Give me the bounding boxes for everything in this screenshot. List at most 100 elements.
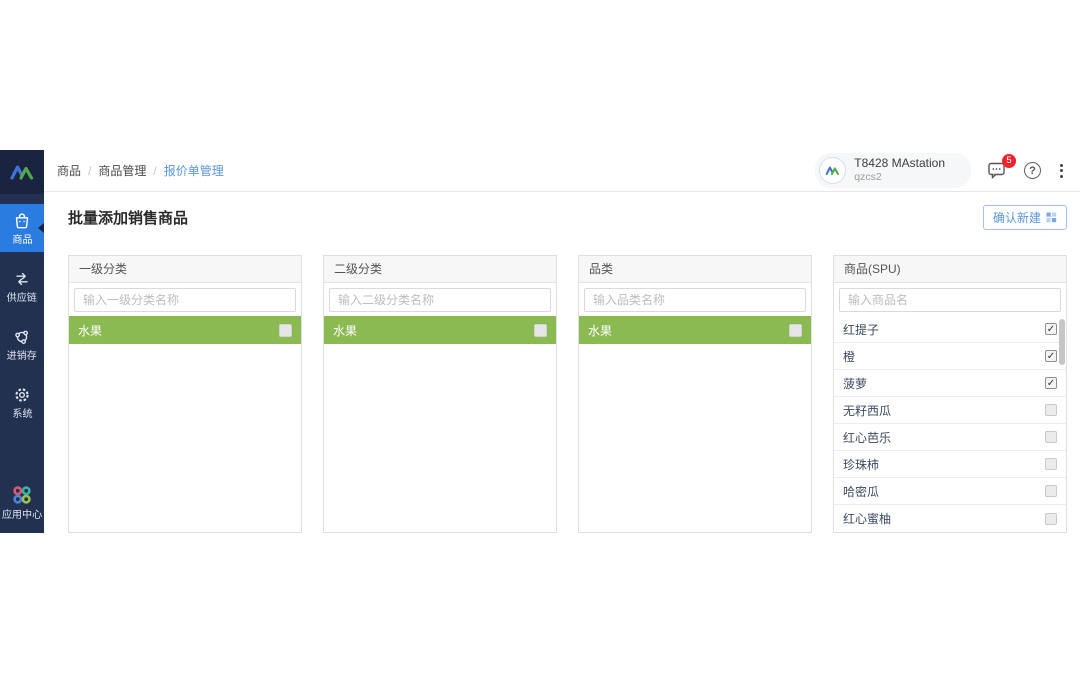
- item-checkbox[interactable]: [1045, 404, 1057, 416]
- brand-logo[interactable]: [0, 150, 44, 194]
- list-item[interactable]: 菠萝 ✓: [834, 370, 1066, 397]
- item-checkbox[interactable]: [1045, 513, 1057, 525]
- gear-icon: [12, 385, 32, 405]
- breadcrumb-separator: /: [88, 164, 91, 178]
- sidebar-item-label: 进销存: [7, 350, 37, 362]
- list-item[interactable]: 珍珠柿: [834, 451, 1066, 478]
- topbar: 商品 / 商品管理 / 报价单管理: [44, 150, 1080, 192]
- item-label: 红心芭乐: [843, 429, 891, 446]
- panel: 商品(SPU) 红提子✓橙✓菠萝✓无籽西瓜红心芭乐珍珠柿哈密瓜红心蜜柚: [833, 255, 1067, 533]
- breadcrumb-item[interactable]: 商品: [57, 162, 81, 179]
- list-scrollbar[interactable]: [1059, 319, 1065, 365]
- search-input[interactable]: [584, 288, 806, 312]
- panel-title: 商品(SPU): [834, 256, 1066, 283]
- list-item[interactable]: 水果: [579, 316, 811, 344]
- sidebar-item-label: 应用中心: [2, 509, 42, 521]
- inventory-icon: [12, 327, 32, 347]
- breadcrumb-item[interactable]: 商品管理: [98, 162, 146, 179]
- panel-list: 水果: [324, 316, 556, 344]
- main-area: 商品 / 商品管理 / 报价单管理: [44, 150, 1080, 533]
- sidebar-item-label: 系统: [12, 408, 32, 420]
- search-input[interactable]: [74, 288, 296, 312]
- sidebar-item-label: 供应链: [7, 292, 37, 304]
- content: 批量添加销售商品 确认新建 一级分类 水果: [44, 192, 1080, 533]
- list-item[interactable]: 水果: [69, 316, 301, 344]
- messages-button[interactable]: 5: [987, 161, 1008, 180]
- panel-title: 一级分类: [69, 256, 301, 283]
- item-checkbox[interactable]: ✓: [1045, 350, 1057, 362]
- title-row: 批量添加销售商品 确认新建: [68, 205, 1067, 230]
- sidebar-item-inventory[interactable]: 进销存: [0, 320, 44, 368]
- page-title: 批量添加销售商品: [68, 207, 188, 228]
- user-subtitle: qzcs2: [854, 171, 945, 184]
- grid-icon: [1046, 212, 1057, 223]
- panel: 一级分类 水果: [68, 255, 302, 533]
- item-checkbox[interactable]: ✓: [1045, 377, 1057, 389]
- more-menu-button[interactable]: [1057, 162, 1066, 180]
- sidebar-spacer: [0, 426, 44, 477]
- item-label: 珍珠柿: [843, 456, 879, 473]
- item-label: 菠萝: [843, 375, 867, 392]
- item-checkbox[interactable]: ✓: [1045, 323, 1057, 335]
- kebab-menu-icon: [1057, 162, 1066, 180]
- notification-badge: 5: [1002, 154, 1016, 168]
- item-label: 哈密瓜: [843, 483, 879, 500]
- topbar-right: T8428 MAstation qzcs2 5: [815, 153, 1066, 187]
- item-label: 红提子: [843, 321, 879, 338]
- list-item[interactable]: 无籽西瓜: [834, 397, 1066, 424]
- panel-list: 水果: [579, 316, 811, 344]
- panel-search: [324, 283, 556, 316]
- help-icon: ?: [1024, 162, 1041, 179]
- item-checkbox[interactable]: [1045, 485, 1057, 497]
- confirm-create-button[interactable]: 确认新建: [983, 205, 1067, 230]
- panel: 二级分类 水果: [323, 255, 557, 533]
- item-checkbox[interactable]: [1045, 458, 1057, 470]
- app-window: 商品 供应链: [0, 150, 1080, 533]
- sidebar-item-system[interactable]: 系统: [0, 378, 44, 426]
- search-input[interactable]: [839, 288, 1061, 312]
- list-item[interactable]: 红心芭乐: [834, 424, 1066, 451]
- item-checkbox[interactable]: [1045, 431, 1057, 443]
- breadcrumb-item-current[interactable]: 报价单管理: [164, 162, 224, 179]
- item-label: 红心蜜柚: [843, 510, 891, 527]
- panel: 品类 水果: [578, 255, 812, 533]
- user-menu[interactable]: T8428 MAstation qzcs2: [815, 153, 971, 187]
- item-checkbox[interactable]: [789, 324, 802, 337]
- help-button[interactable]: ?: [1024, 162, 1041, 179]
- search-input[interactable]: [329, 288, 551, 312]
- panel-title: 品类: [579, 256, 811, 283]
- user-name: T8428 MAstation: [854, 156, 945, 171]
- user-meta: T8428 MAstation qzcs2: [854, 156, 945, 184]
- confirm-create-label: 确认新建: [993, 209, 1041, 226]
- bag-icon: [12, 211, 32, 231]
- item-label: 橙: [843, 348, 855, 365]
- item-label: 水果: [333, 322, 357, 339]
- item-label: 水果: [78, 322, 102, 339]
- item-label: 水果: [588, 322, 612, 339]
- sidebar-item-app-center[interactable]: 应用中心: [0, 477, 44, 527]
- list-item[interactable]: 橙✓: [834, 343, 1066, 370]
- panel-title: 二级分类: [324, 256, 556, 283]
- list-item[interactable]: 哈密瓜: [834, 478, 1066, 505]
- category-panels: 一级分类 水果 二级分类 水果 品类 水果 商品(SPU) 红提子✓橙✓菠萝✓无…: [68, 255, 1067, 533]
- list-item[interactable]: 红心蜜柚: [834, 505, 1066, 532]
- avatar-logo-icon: [825, 165, 840, 176]
- panel-list: 水果: [69, 316, 301, 344]
- page: 商品 供应链: [0, 0, 1089, 689]
- breadcrumb-separator: /: [153, 164, 156, 178]
- panel-search: [579, 283, 811, 316]
- list-item[interactable]: 红提子 ✓: [834, 316, 1066, 343]
- supply-chain-icon: [12, 269, 32, 289]
- item-label: 无籽西瓜: [843, 402, 891, 419]
- sidebar-item-goods[interactable]: 商品: [0, 204, 44, 252]
- item-checkbox[interactable]: [534, 324, 547, 337]
- avatar: [819, 157, 846, 184]
- sidebar-item-supply-chain[interactable]: 供应链: [0, 262, 44, 310]
- breadcrumb: 商品 / 商品管理 / 报价单管理: [57, 162, 224, 179]
- item-checkbox[interactable]: [279, 324, 292, 337]
- panel-search: [834, 283, 1066, 316]
- list-item[interactable]: 水果: [324, 316, 556, 344]
- brand-logo-icon: [9, 163, 35, 181]
- apps-icon: [11, 484, 33, 506]
- panel-search: [69, 283, 301, 316]
